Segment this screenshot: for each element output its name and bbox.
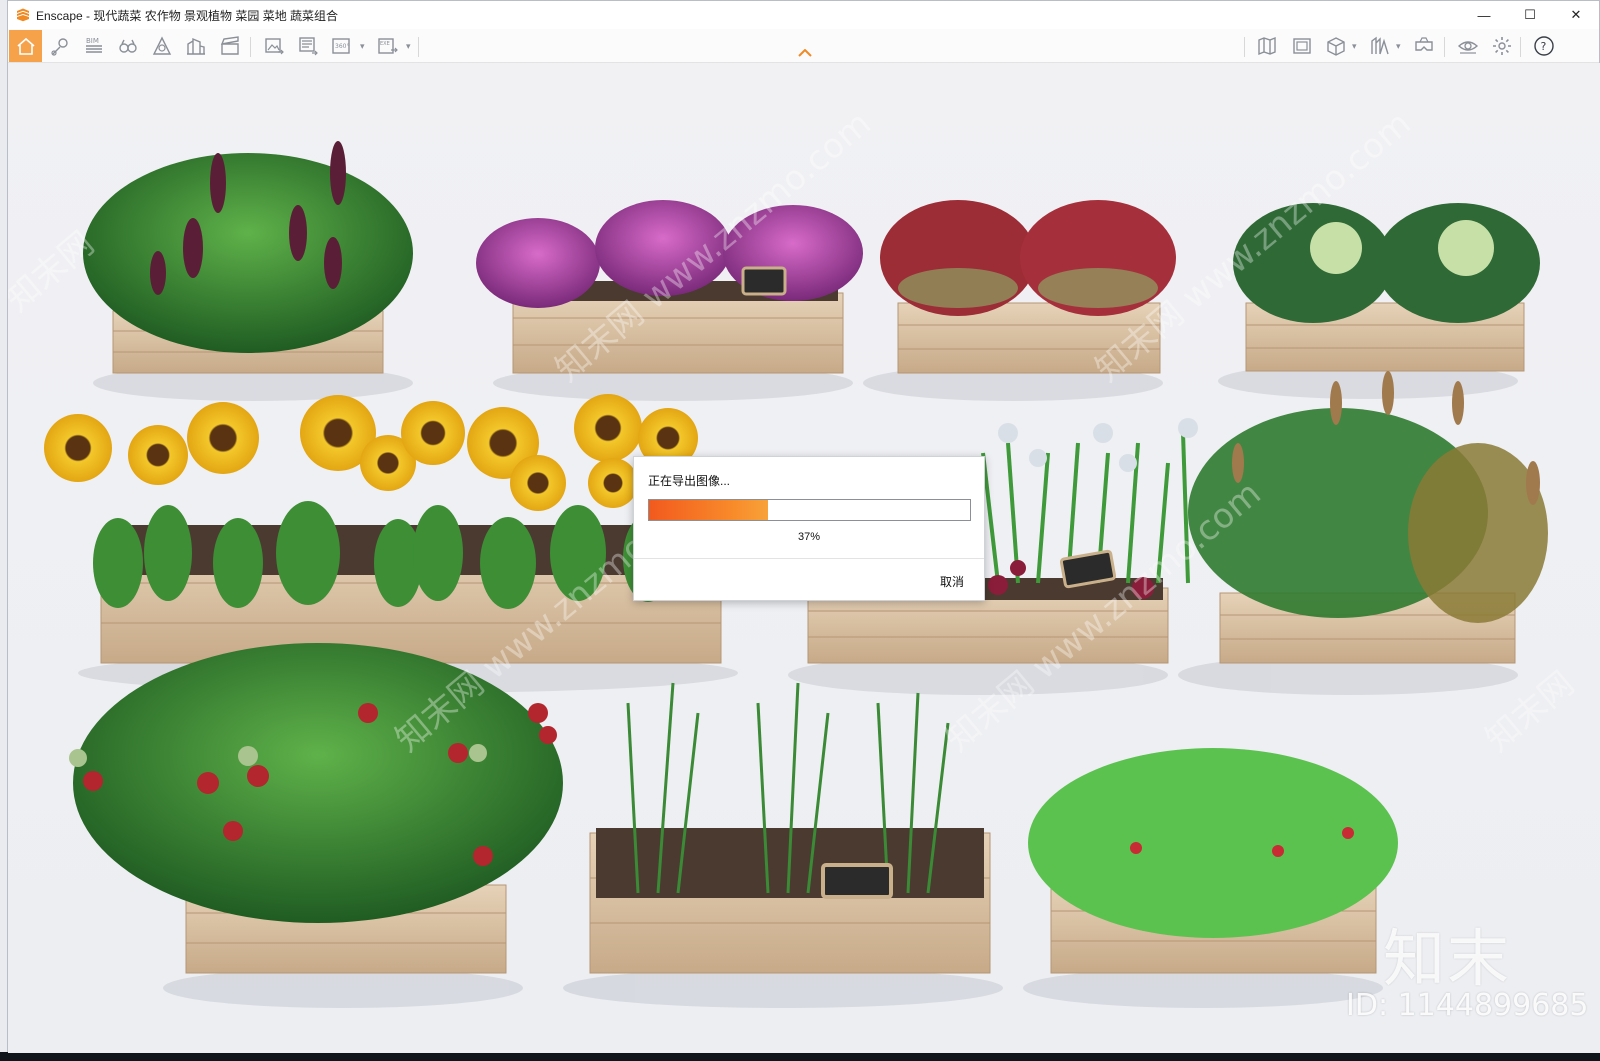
location-icon[interactable]	[46, 32, 74, 60]
dialog-divider	[634, 558, 984, 559]
capture-icon[interactable]	[1288, 32, 1316, 60]
export-progress-fill	[649, 500, 768, 520]
toolbar-separator	[1444, 37, 1445, 57]
exe-dropdown-chevron-icon[interactable]: ▾	[406, 41, 411, 52]
main-toolbar: BIM 360° ▾ EXE ▾ ▾ ▾ ?	[8, 29, 1599, 63]
window-title: Enscape - 现代蔬菜 农作物 景观植物 菜园 菜地 蔬菜组合	[36, 8, 339, 23]
help-label: ?	[1541, 40, 1547, 53]
home-icon[interactable]	[9, 30, 42, 62]
batch-render-icon[interactable]	[294, 32, 322, 60]
enscape-logo-icon	[17, 8, 29, 22]
binoculars-icon[interactable]	[114, 32, 142, 60]
settings-icon[interactable]	[1488, 32, 1516, 60]
toolbar-separator	[418, 37, 419, 57]
exe-export-icon[interactable]: EXE	[374, 32, 402, 60]
help-icon[interactable]: ?	[1530, 32, 1558, 60]
planter-rice	[589, 682, 991, 974]
buildings-icon[interactable]	[182, 32, 210, 60]
cube-dropdown-chevron-icon[interactable]: ▾	[1352, 41, 1357, 52]
cancel-button[interactable]: 取消	[940, 573, 964, 590]
exe-label: EXE	[380, 41, 390, 47]
toolbar-separator	[1244, 37, 1245, 57]
atmosphere-icon[interactable]	[148, 32, 176, 60]
maximize-button[interactable]: ☐	[1507, 1, 1553, 29]
vr-headset-icon[interactable]	[1410, 32, 1438, 60]
bim-icon[interactable]: BIM	[80, 32, 108, 60]
planter-purple-pepper	[83, 141, 413, 374]
window-controls: — ☐ ✕	[1461, 1, 1599, 29]
toolbar-separator	[1520, 37, 1521, 57]
enscape-window: Enscape - 现代蔬菜 农作物 景观植物 菜园 菜地 蔬菜组合 — ☐ ✕…	[7, 0, 1600, 1053]
bim-label: BIM	[86, 37, 99, 45]
visibility-icon[interactable]	[1454, 32, 1482, 60]
export-progress-bar	[648, 499, 971, 521]
asset-library-icon[interactable]	[1366, 32, 1394, 60]
progress-percent-label: 37%	[797, 531, 821, 543]
export-image-icon[interactable]	[260, 32, 288, 60]
dialog-title: 正在导出图像...	[648, 474, 731, 488]
watermark-logo: 知末	[1383, 922, 1512, 995]
close-button[interactable]: ✕	[1553, 1, 1599, 29]
watermark-id: ID: 1144899685	[1346, 988, 1589, 1023]
map-icon[interactable]	[1253, 32, 1281, 60]
minimize-button[interactable]: —	[1461, 1, 1507, 29]
asset-dropdown-chevron-icon[interactable]: ▾	[1396, 41, 1401, 52]
planter-strawberries	[1028, 748, 1398, 974]
export-progress-dialog: 正在导出图像... 37% 取消	[633, 456, 985, 601]
clapper-icon[interactable]	[216, 32, 244, 60]
panorama-dropdown-chevron-icon[interactable]: ▾	[360, 41, 365, 52]
cube-icon[interactable]	[1322, 32, 1350, 60]
pano-label: 360°	[335, 43, 349, 50]
toolbar-separator	[250, 37, 251, 57]
planter-sunflowers	[44, 394, 722, 664]
collapse-toolbar-chevron-icon[interactable]	[798, 49, 812, 57]
title-bar: Enscape - 现代蔬菜 农作物 景观植物 菜园 菜地 蔬菜组合 — ☐ ✕	[8, 1, 1599, 29]
panorama-360-icon[interactable]: 360°	[328, 32, 356, 60]
taskbar-strip	[0, 1052, 1600, 1061]
